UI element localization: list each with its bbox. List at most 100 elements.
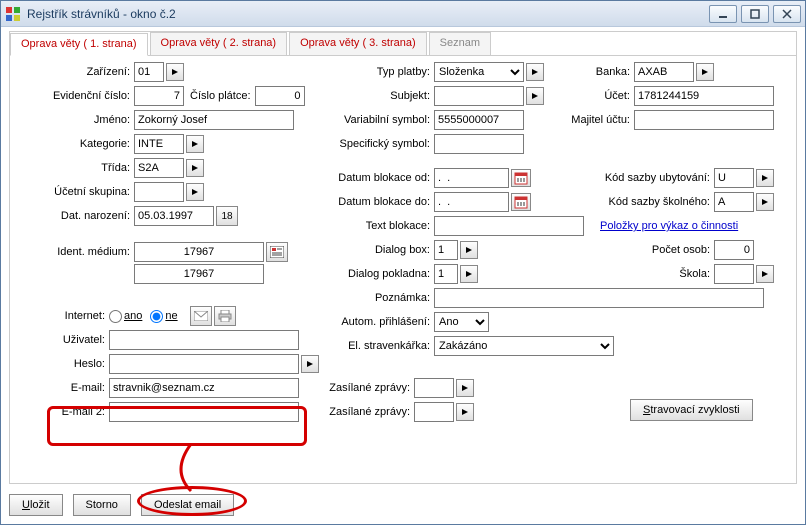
label-banka: Banka:: [570, 66, 630, 78]
label-ucskup: Účetní skupina:: [10, 186, 130, 198]
picker-zaszpr[interactable]: [456, 379, 474, 397]
input-kategorie[interactable]: [134, 134, 184, 154]
internet-radio-group: ano ne: [109, 310, 184, 323]
picker-heslo[interactable]: [301, 355, 319, 373]
input-heslo[interactable]: [109, 354, 299, 374]
select-elstrav[interactable]: Zakázáno: [434, 336, 614, 356]
input-datnar[interactable]: [134, 206, 214, 226]
link-polozky[interactable]: Položky pro výkaz o činnosti: [600, 220, 738, 232]
label-autom: Autom. přihlášení:: [310, 316, 430, 328]
button-stravzvyklosti[interactable]: Stravovací zvyklosti: [630, 399, 753, 421]
titlebar: Rejstřík strávníků - okno č.2: [1, 1, 805, 27]
input-poznamka[interactable]: [434, 288, 764, 308]
input-ucet[interactable]: [634, 86, 774, 106]
input-cisloplatce[interactable]: [255, 86, 305, 106]
label-internet: Internet:: [10, 310, 105, 322]
window: Rejstřík strávníků - okno č.2 Oprava vět…: [0, 0, 806, 525]
button-ulozit[interactable]: Uložit: [9, 494, 63, 516]
age-display: 18: [216, 206, 238, 226]
input-textblok[interactable]: [434, 216, 584, 236]
input-ident2[interactable]: [134, 264, 264, 284]
picker-kodskol[interactable]: [756, 193, 774, 211]
picker-zaszpr2[interactable]: [456, 403, 474, 421]
label-dialogpokl: Dialog pokladna:: [310, 268, 430, 280]
input-evid[interactable]: [134, 86, 184, 106]
label-trida: Třída:: [10, 162, 130, 174]
input-pocetosob[interactable]: [714, 240, 754, 260]
label-poznamka: Poznámka:: [310, 292, 430, 304]
label-ucet: Účet:: [570, 90, 630, 102]
input-banka[interactable]: [634, 62, 694, 82]
label-email2: E-mail 2:: [10, 406, 105, 418]
label-specsym: Specifický symbol:: [310, 138, 430, 150]
input-email[interactable]: [109, 378, 299, 398]
input-skola[interactable]: [714, 264, 754, 284]
picker-skola[interactable]: [756, 265, 774, 283]
label-email: E-mail:: [10, 382, 105, 394]
button-storno[interactable]: Storno: [73, 494, 131, 516]
input-subjekt[interactable]: [434, 86, 524, 106]
picker-banka[interactable]: [696, 63, 714, 81]
label-uzivatel: Uživatel:: [10, 334, 105, 346]
picker-zarizeni[interactable]: [166, 63, 184, 81]
close-button[interactable]: [773, 5, 801, 23]
picker-kategorie[interactable]: [186, 135, 204, 153]
input-specsym[interactable]: [434, 134, 524, 154]
picker-subjekt[interactable]: [526, 87, 544, 105]
label-subjekt: Subjekt:: [310, 90, 430, 102]
label-ano: ano: [124, 310, 142, 322]
maximize-button[interactable]: [741, 5, 769, 23]
picker-typplatby[interactable]: [526, 63, 544, 81]
input-trida[interactable]: [134, 158, 184, 178]
label-zaszpr: Zasílané zprávy:: [300, 382, 410, 394]
label-typplatby: Typ platby:: [310, 66, 430, 78]
input-ident1[interactable]: [134, 242, 264, 262]
picker-trida[interactable]: [186, 159, 204, 177]
ident-card-button[interactable]: [266, 242, 288, 262]
label-datnar: Dat. narození:: [10, 210, 130, 222]
input-zaszpr[interactable]: [414, 378, 454, 398]
label-blokdo: Datum blokace do:: [310, 196, 430, 208]
radio-internet-ano[interactable]: [109, 310, 122, 323]
bottom-bar: Uložit Storno Odeslat email: [9, 494, 234, 516]
tab-seznam[interactable]: Seznam: [429, 32, 491, 55]
input-kodubyt[interactable]: [714, 168, 754, 188]
input-uzivatel[interactable]: [109, 330, 299, 350]
picker-kodubyt[interactable]: [756, 169, 774, 187]
label-heslo: Heslo:: [10, 358, 105, 370]
label-textblok: Text blokace:: [310, 220, 430, 232]
calendar-blokod[interactable]: [511, 169, 531, 187]
radio-internet-ne[interactable]: [150, 310, 163, 323]
mail-icon-button[interactable]: [190, 306, 212, 326]
picker-dialogpokl[interactable]: [460, 265, 478, 283]
input-varsym[interactable]: [434, 110, 524, 130]
picker-dialogbox[interactable]: [460, 241, 478, 259]
label-varsym: Variabilní symbol:: [310, 114, 430, 126]
input-zarizeni[interactable]: [134, 62, 164, 82]
tab-page-1[interactable]: Oprava věty ( 1. strana): [10, 33, 148, 56]
label-blokod: Datum blokace od:: [310, 172, 430, 184]
input-dialogpokl[interactable]: [434, 264, 458, 284]
input-jmeno[interactable]: [134, 110, 294, 130]
label-elstrav: El. stravenkářka:: [310, 340, 430, 352]
button-odeslat-email[interactable]: Odeslat email: [141, 494, 234, 516]
calendar-blokdo[interactable]: [511, 193, 531, 211]
picker-ucskup[interactable]: [186, 183, 204, 201]
input-majitel[interactable]: [634, 110, 774, 130]
tab-container: Oprava věty ( 1. strana) Oprava věty ( 2…: [9, 31, 797, 484]
input-dialogbox[interactable]: [434, 240, 458, 260]
label-majitel: Majitel účtu:: [550, 114, 630, 126]
input-blokod[interactable]: [434, 168, 509, 188]
input-ucskup[interactable]: [134, 182, 184, 202]
select-typplatby[interactable]: Složenka: [434, 62, 524, 82]
tab-page-2[interactable]: Oprava věty ( 2. strana): [150, 32, 288, 55]
tab-page-3[interactable]: Oprava věty ( 3. strana): [289, 32, 427, 55]
input-email2[interactable]: [109, 402, 299, 422]
input-blokdo[interactable]: [434, 192, 509, 212]
minimize-button[interactable]: [709, 5, 737, 23]
label-ne: ne: [165, 310, 177, 322]
print-icon-button[interactable]: [214, 306, 236, 326]
select-autom[interactable]: Ano: [434, 312, 489, 332]
input-kodskol[interactable]: [714, 192, 754, 212]
input-zaszpr2[interactable]: [414, 402, 454, 422]
